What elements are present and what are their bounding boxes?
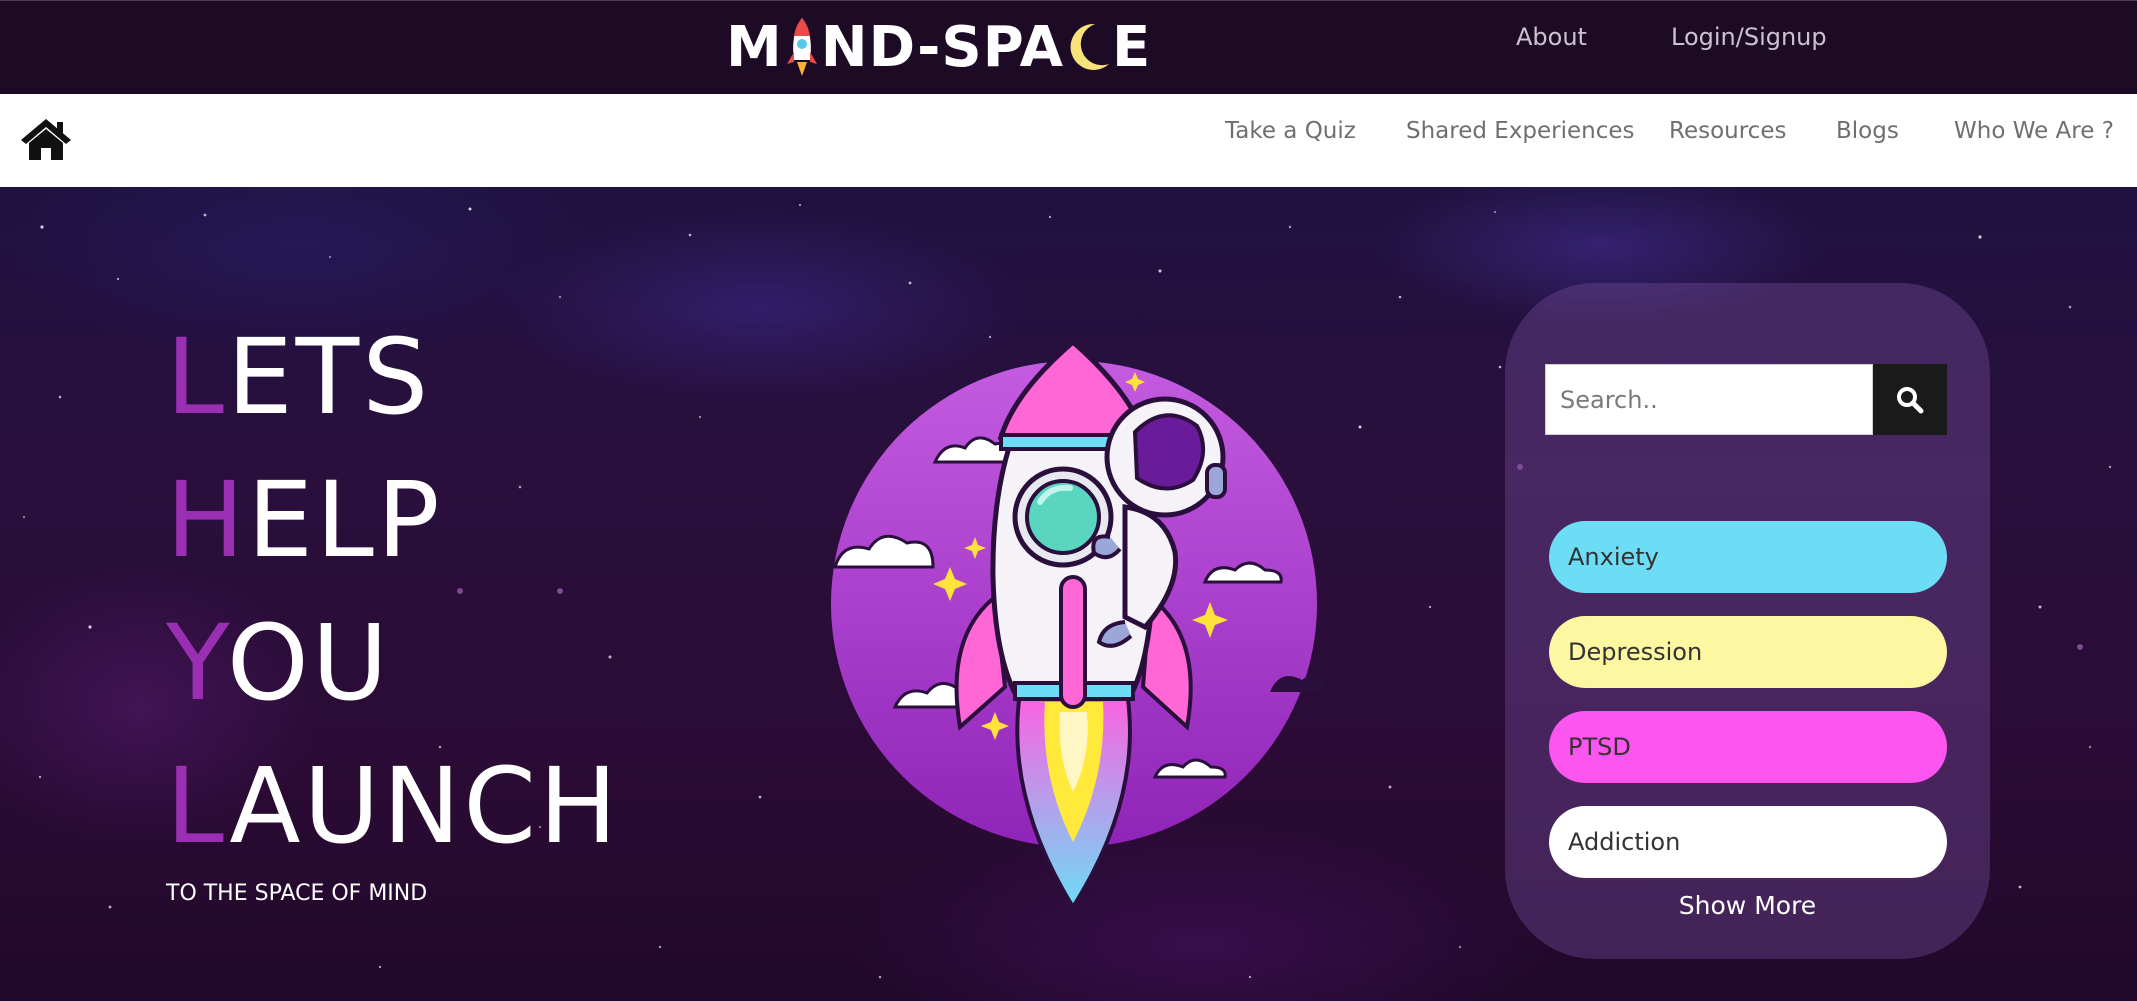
search-button[interactable] <box>1873 364 1947 435</box>
headline-line-2: HELP <box>166 459 443 581</box>
login-signup-link[interactable]: Login/Signup <box>1671 23 1827 51</box>
topic-pill-addiction[interactable]: Addiction <box>1549 806 1947 878</box>
topic-pill-anxiety[interactable]: Anxiety <box>1549 521 1947 593</box>
nav-shared-experiences[interactable]: Shared Experiences <box>1406 118 1635 144</box>
logo-text-part-3: E <box>1111 14 1152 80</box>
headline-line-3: YOU <box>166 602 391 724</box>
topic-pill-ptsd[interactable]: PTSD <box>1549 711 1947 783</box>
search-icon <box>1897 386 1924 413</box>
topic-pill-depression[interactable]: Depression <box>1549 616 1947 688</box>
about-link[interactable]: About <box>1516 23 1587 51</box>
logo-moon-icon <box>1065 20 1111 74</box>
hero-tagline: TO THE SPACE OF MIND <box>166 881 428 906</box>
logo-rocket-icon <box>785 16 819 78</box>
top-header: M ND-SPA E About Login/Signup <box>0 0 2137 94</box>
logo-text-part-1: M <box>726 14 783 80</box>
astronaut-rocket-illustration <box>831 338 1325 911</box>
show-more-button[interactable]: Show More <box>1505 891 1990 920</box>
headline-line-4: LAUNCH <box>166 745 621 867</box>
nav-blogs[interactable]: Blogs <box>1836 118 1899 144</box>
search-input[interactable] <box>1545 364 1873 435</box>
nav-who-we-are[interactable]: Who We Are ? <box>1954 118 2114 144</box>
nav-take-a-quiz[interactable]: Take a Quiz <box>1225 118 1356 144</box>
site-logo[interactable]: M ND-SPA E <box>726 9 1151 85</box>
topics-panel: Anxiety Depression PTSD Addiction Show M… <box>1505 283 1990 959</box>
logo-text-part-2: ND-SPA <box>820 14 1064 80</box>
home-icon[interactable] <box>19 116 73 162</box>
headline-line-1: LETS <box>166 316 432 438</box>
hero-section: LETS HELP YOU LAUNCH TO THE SPACE OF MIN… <box>0 187 2137 1001</box>
nav-resources[interactable]: Resources <box>1669 118 1786 144</box>
main-nav: Take a Quiz Shared Experiences Resources… <box>0 94 2137 187</box>
